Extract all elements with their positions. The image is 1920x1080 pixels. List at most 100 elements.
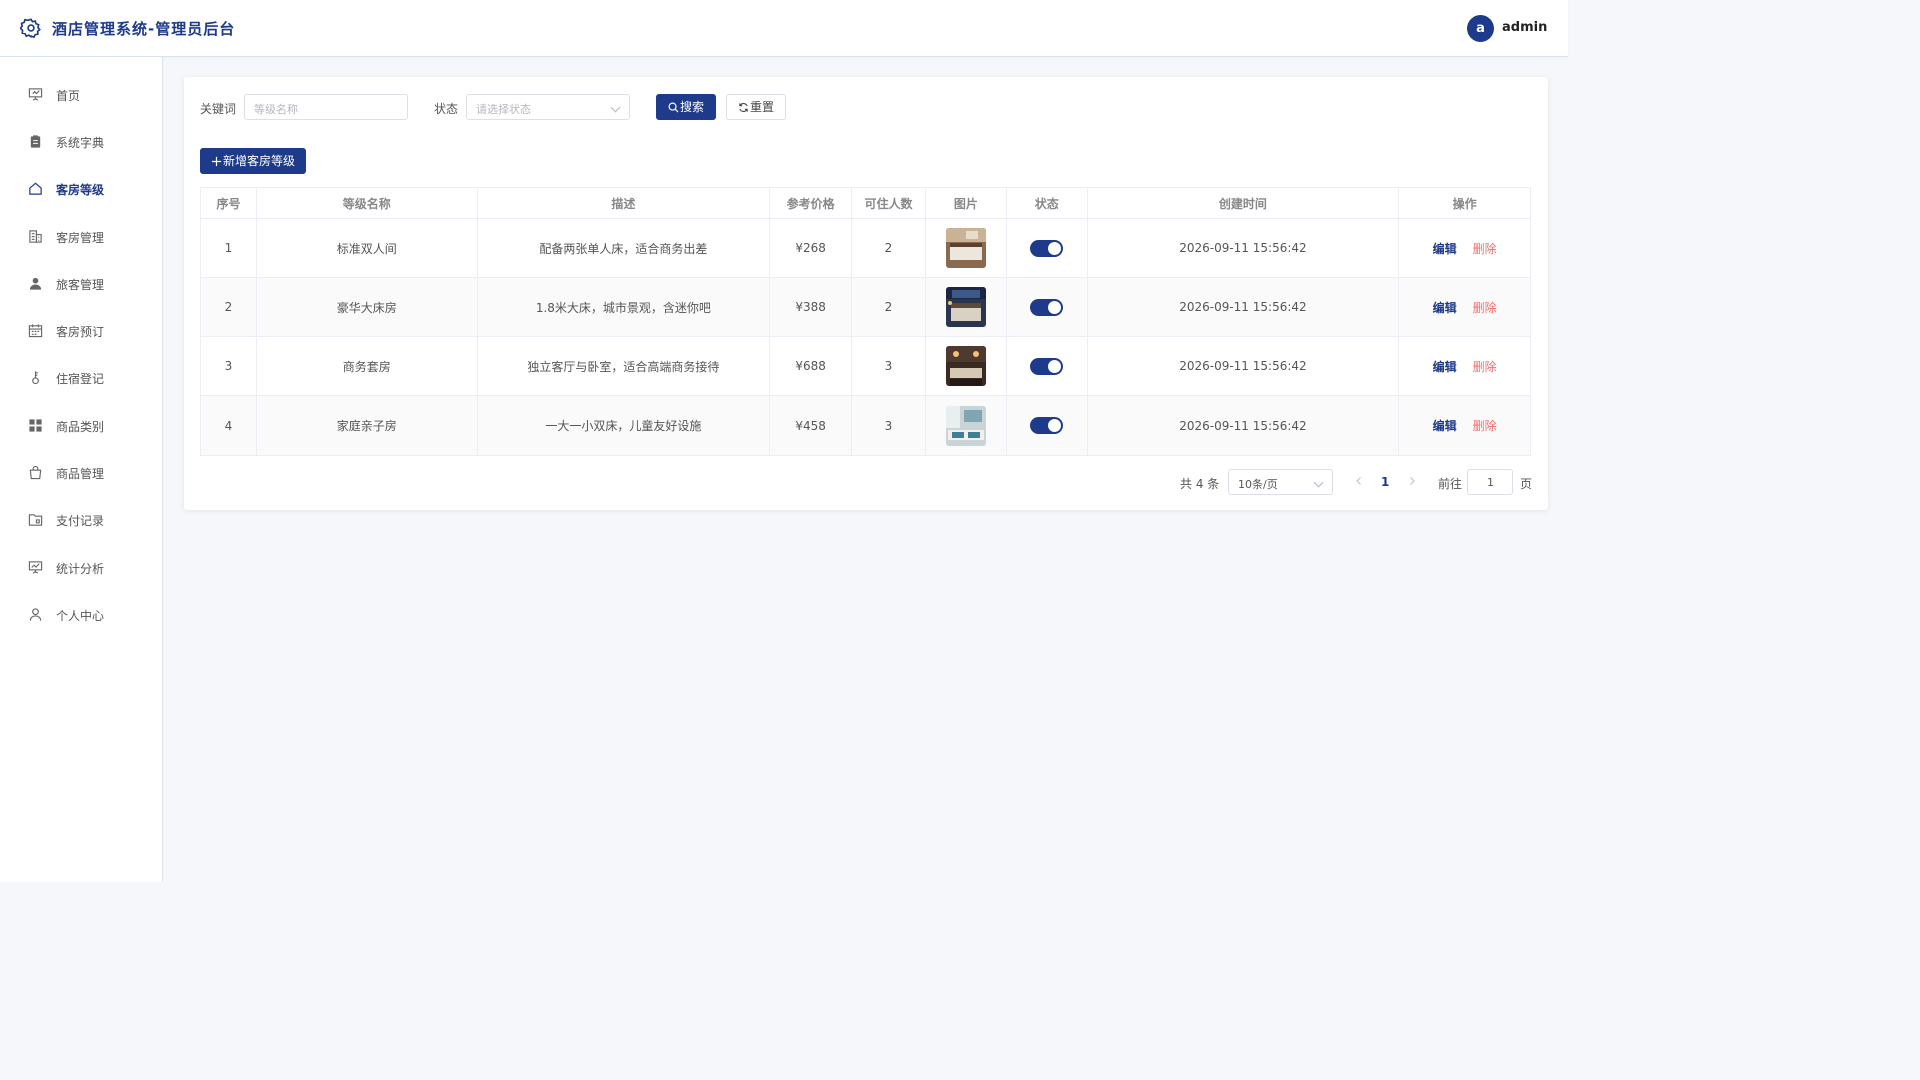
reset-button[interactable]: 重置	[726, 94, 786, 120]
row-capacity: 2	[852, 219, 926, 277]
row-price: ¥458	[770, 396, 853, 455]
status-toggle[interactable]	[1030, 357, 1064, 375]
add-room-level-button[interactable]: 新增客房等级	[200, 148, 306, 174]
toggle-knob	[1048, 359, 1062, 373]
sidebar-item-label: 系统字典	[56, 136, 105, 150]
delete-button[interactable]: 删除	[1473, 417, 1497, 434]
row-capacity: 3	[852, 337, 926, 395]
sidebar-item-label: 商品管理	[56, 467, 105, 481]
house-icon	[29, 182, 42, 195]
goto-page-input[interactable]: 1	[1467, 469, 1513, 495]
sidebar-item-label: 旅客管理	[56, 278, 105, 292]
row-created: 2026-09-11 15:56:42	[1088, 337, 1400, 395]
sidebar-item-label: 商品类别	[56, 420, 105, 434]
plus-icon	[211, 156, 222, 167]
sidebar: 首页 系统字典 客房等级 客房管理 旅客管理 客房预订 住宿登记 商品类别 商品…	[0, 57, 163, 882]
goto-page-value: 1	[1487, 476, 1494, 489]
sidebar-item-label: 首页	[56, 89, 81, 103]
delete-button[interactable]: 删除	[1473, 299, 1497, 316]
delete-button[interactable]: 删除	[1473, 240, 1497, 257]
sidebar-item-label: 支付记录	[56, 514, 105, 528]
row-name: 豪华大床房	[257, 278, 478, 336]
delete-button[interactable]: 删除	[1473, 358, 1497, 375]
grid-icon	[29, 419, 42, 432]
sidebar-item-label: 统计分析	[56, 562, 105, 576]
toggle-knob	[1048, 241, 1062, 255]
row-price: ¥688	[770, 337, 853, 395]
row-index: 3	[201, 337, 257, 395]
row-capacity: 2	[852, 278, 926, 336]
sidebar-item-room-level[interactable]: 客房等级	[0, 169, 162, 209]
reset-button-label: 重置	[749, 100, 774, 114]
keyword-input[interactable]: 等级名称	[244, 94, 408, 120]
sidebar-item-product-management[interactable]: 商品管理	[0, 453, 162, 493]
calendar-icon	[28, 324, 43, 338]
user-filled-icon	[29, 277, 42, 290]
row-index: 1	[201, 219, 257, 277]
next-page-icon[interactable]	[1407, 476, 1417, 486]
avatar[interactable]: a	[1467, 15, 1494, 42]
sidebar-item-label: 客房等级	[56, 183, 105, 197]
app-title: 酒店管理系统-管理员后台	[52, 20, 236, 38]
room-thumbnail[interactable]	[945, 405, 986, 446]
column-header-index: 序号	[201, 188, 257, 218]
key-icon	[32, 371, 39, 385]
room-thumbnail[interactable]	[945, 346, 986, 386]
row-index: 2	[201, 278, 257, 336]
sidebar-item-home[interactable]: 首页	[0, 75, 162, 115]
row-capacity: 3	[852, 396, 926, 455]
search-button[interactable]: 搜索	[656, 94, 716, 120]
status-select[interactable]: 请选择状态	[466, 94, 630, 120]
username[interactable]: admin	[1502, 20, 1547, 35]
edit-button[interactable]: 编辑	[1433, 240, 1457, 257]
column-header-status: 状态	[1007, 188, 1088, 218]
sidebar-item-statistics[interactable]: 统计分析	[0, 548, 162, 588]
user-outline-icon	[29, 608, 42, 621]
room-thumbnail[interactable]	[945, 228, 986, 268]
row-created: 2026-09-11 15:56:42	[1088, 278, 1400, 336]
goto-label: 前往	[1438, 477, 1463, 491]
row-index: 4	[201, 396, 257, 455]
row-price: ¥268	[770, 219, 853, 277]
column-header-image: 图片	[926, 188, 1007, 218]
table-row: 2 豪华大床房 1.8米大床，城市景观，含迷你吧 ¥388 2 2026-09-…	[201, 278, 1530, 337]
sidebar-item-label: 住宿登记	[56, 372, 105, 386]
row-created: 2026-09-11 15:56:42	[1088, 219, 1400, 277]
prev-page-icon[interactable]	[1354, 476, 1364, 486]
chart-board-icon	[28, 561, 43, 574]
column-header-capacity: 可住人数	[852, 188, 926, 218]
column-header-created: 创建时间	[1088, 188, 1400, 218]
status-toggle[interactable]	[1030, 298, 1064, 316]
toggle-knob	[1048, 419, 1062, 432]
sidebar-item-product-category[interactable]: 商品类别	[0, 406, 162, 446]
row-description: 一大一小双床，儿童友好设施	[478, 396, 771, 455]
sidebar-item-dictionary[interactable]: 系统字典	[0, 122, 162, 162]
sidebar-item-check-in[interactable]: 住宿登记	[0, 358, 162, 398]
page-size-select[interactable]: 10条/页	[1228, 469, 1333, 495]
sidebar-item-label: 客房管理	[56, 231, 105, 245]
search-icon	[668, 102, 679, 113]
main-card: 关键词 等级名称 状态 请选择状态 搜索 重置 新增客房等级 序号 等级名称 描…	[184, 77, 1548, 510]
edit-button[interactable]: 编辑	[1433, 417, 1457, 434]
status-toggle[interactable]	[1030, 417, 1064, 434]
status-label: 状态	[434, 102, 459, 116]
status-toggle[interactable]	[1030, 239, 1064, 257]
sidebar-item-profile[interactable]: 个人中心	[0, 595, 162, 635]
pagination-total: 共 4 条	[1180, 477, 1220, 491]
row-price: ¥388	[770, 278, 853, 336]
edit-button[interactable]: 编辑	[1433, 299, 1457, 316]
sidebar-item-guest-management[interactable]: 旅客管理	[0, 264, 162, 304]
sidebar-item-label: 个人中心	[56, 609, 105, 623]
room-thumbnail[interactable]	[945, 287, 986, 327]
sidebar-item-label: 客房预订	[56, 325, 105, 339]
sidebar-item-room-management[interactable]: 客房管理	[0, 217, 162, 257]
toggle-knob	[1048, 300, 1062, 314]
keyword-placeholder: 等级名称	[254, 103, 298, 116]
edit-button[interactable]: 编辑	[1433, 358, 1457, 375]
sidebar-item-payment-records[interactable]: 支付记录	[0, 500, 162, 540]
sidebar-item-room-booking[interactable]: 客房预订	[0, 311, 162, 351]
clipboard-icon	[30, 135, 41, 148]
row-name: 商务套房	[257, 337, 478, 395]
presentation-icon	[28, 88, 43, 101]
current-page[interactable]: 1	[1381, 475, 1389, 489]
